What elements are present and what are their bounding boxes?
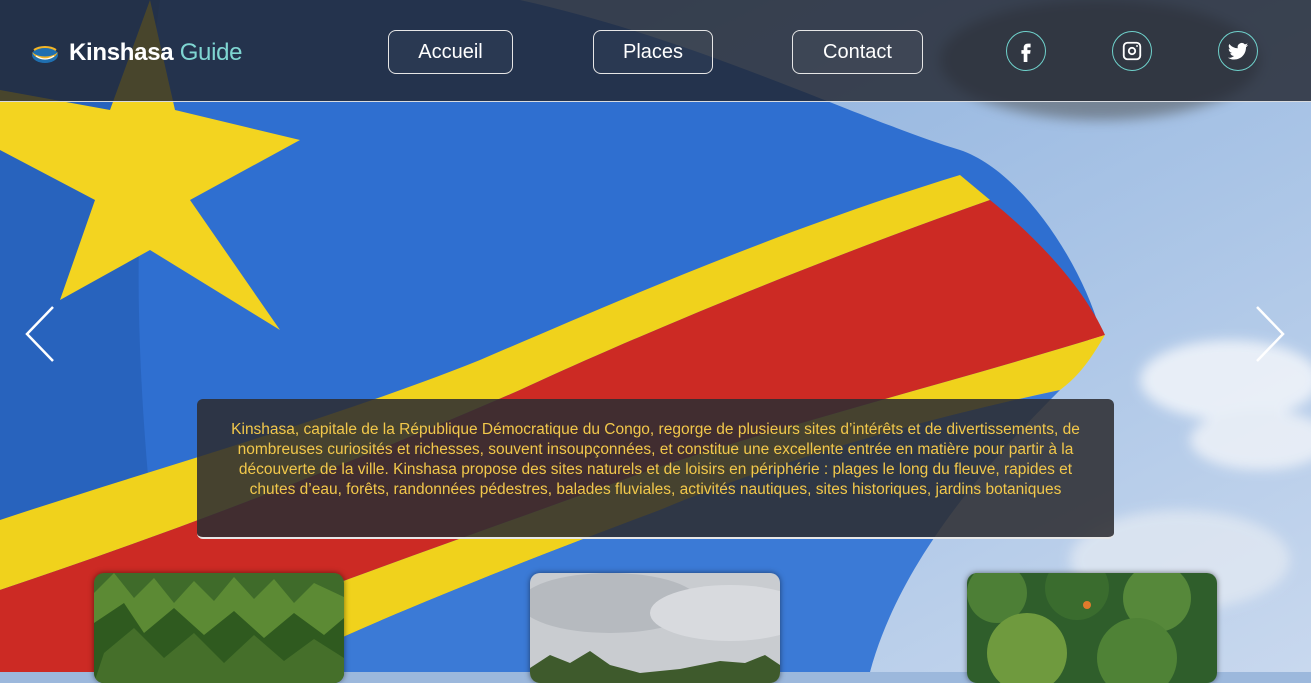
- brand-name: Kinshasa Guide: [69, 39, 243, 67]
- place-card-1[interactable]: [94, 573, 344, 683]
- place-card-2[interactable]: [530, 573, 780, 683]
- twitter-icon: [1227, 43, 1249, 60]
- place-card-image: [967, 573, 1217, 683]
- facebook-link[interactable]: [1006, 31, 1046, 71]
- boat-logo-icon: [32, 46, 58, 63]
- top-navbar: Kinshasa Guide Accueil Places Contact: [0, 0, 1311, 102]
- facebook-icon: [1021, 43, 1031, 62]
- place-card-image: [94, 573, 344, 683]
- twitter-link[interactable]: [1218, 31, 1258, 71]
- nav-places-button[interactable]: Places: [593, 30, 713, 74]
- carousel-prev-button[interactable]: [23, 305, 57, 363]
- brand-logo[interactable]: Kinshasa Guide: [30, 38, 243, 68]
- instagram-icon: [1122, 41, 1142, 61]
- place-card-image: [530, 573, 780, 683]
- nav-contact-button[interactable]: Contact: [792, 30, 923, 74]
- hero-caption: Kinshasa, capitale de la République Démo…: [197, 399, 1114, 539]
- carousel-next-button[interactable]: [1253, 305, 1287, 363]
- place-card-3[interactable]: [967, 573, 1217, 683]
- nav-accueil-button[interactable]: Accueil: [388, 30, 513, 74]
- brand-name-main: Kinshasa: [69, 39, 174, 66]
- brand-name-accent: Guide: [179, 39, 243, 66]
- chevron-left-icon: [25, 306, 54, 362]
- instagram-link[interactable]: [1112, 31, 1152, 71]
- chevron-right-icon: [1256, 306, 1285, 362]
